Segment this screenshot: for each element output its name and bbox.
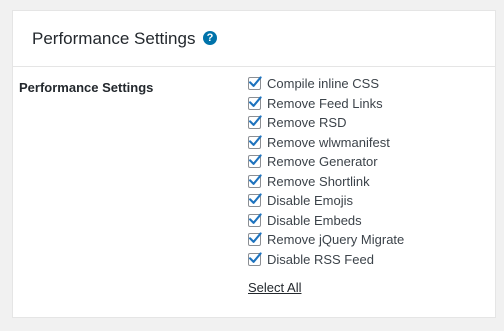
checkbox[interactable] (248, 232, 262, 247)
checkmark-icon (249, 213, 262, 224)
checkbox[interactable] (248, 135, 262, 149)
checkmark-icon (249, 154, 262, 166)
checkbox[interactable] (248, 252, 262, 266)
checkbox[interactable] (248, 213, 262, 227)
checkmark-icon (249, 252, 262, 263)
panel-header: Performance Settings ? (13, 11, 495, 67)
checkmark-icon (249, 76, 262, 88)
option-disable-embeds[interactable]: Disable Embeds (248, 211, 404, 231)
checkmark-icon (249, 174, 262, 185)
option-label: Disable RSS Feed (267, 251, 374, 267)
option-remove-wlwmanifest[interactable]: Remove wlwmanifest (248, 133, 404, 153)
option-label: Remove wlwmanifest (267, 134, 390, 150)
option-label: Remove RSD (267, 115, 347, 131)
option-label: Disable Emojis (267, 193, 353, 209)
options-list: Compile inline CSS Remove Feed Links Rem… (248, 74, 404, 269)
checkmark-icon (249, 115, 262, 127)
option-label: Remove Shortlink (267, 173, 370, 189)
checkbox[interactable] (248, 193, 262, 208)
option-compile-inline-css[interactable]: Compile inline CSS (248, 74, 404, 94)
checkbox[interactable] (248, 76, 262, 91)
option-label: Disable Embeds (267, 212, 362, 228)
help-icon[interactable]: ? (203, 31, 217, 45)
checkmark-icon (249, 232, 262, 244)
option-label: Remove jQuery Migrate (267, 232, 405, 248)
option-label: Compile inline CSS (267, 76, 379, 92)
option-remove-rsd[interactable]: Remove RSD (248, 113, 404, 133)
checkmark-icon (249, 96, 262, 107)
checkmark-icon (249, 135, 262, 146)
option-remove-feed-links[interactable]: Remove Feed Links (248, 94, 404, 114)
option-disable-emojis[interactable]: Disable Emojis (248, 191, 404, 211)
select-all-link[interactable]: Select All (248, 280, 301, 295)
checkbox[interactable] (248, 154, 262, 169)
checkmark-icon (249, 193, 262, 205)
option-remove-jquery-migrate[interactable]: Remove jQuery Migrate (248, 230, 404, 250)
option-remove-shortlink[interactable]: Remove Shortlink (248, 172, 404, 192)
checkbox[interactable] (248, 174, 262, 188)
option-label: Remove Generator (267, 154, 378, 170)
option-disable-rss-feed[interactable]: Disable RSS Feed (248, 250, 404, 270)
field-label: Performance Settings (19, 80, 154, 95)
checkbox[interactable] (248, 96, 262, 110)
checkbox[interactable] (248, 115, 262, 130)
option-label: Remove Feed Links (267, 95, 383, 111)
panel-title: Performance Settings (32, 29, 196, 48)
option-remove-generator[interactable]: Remove Generator (248, 152, 404, 172)
